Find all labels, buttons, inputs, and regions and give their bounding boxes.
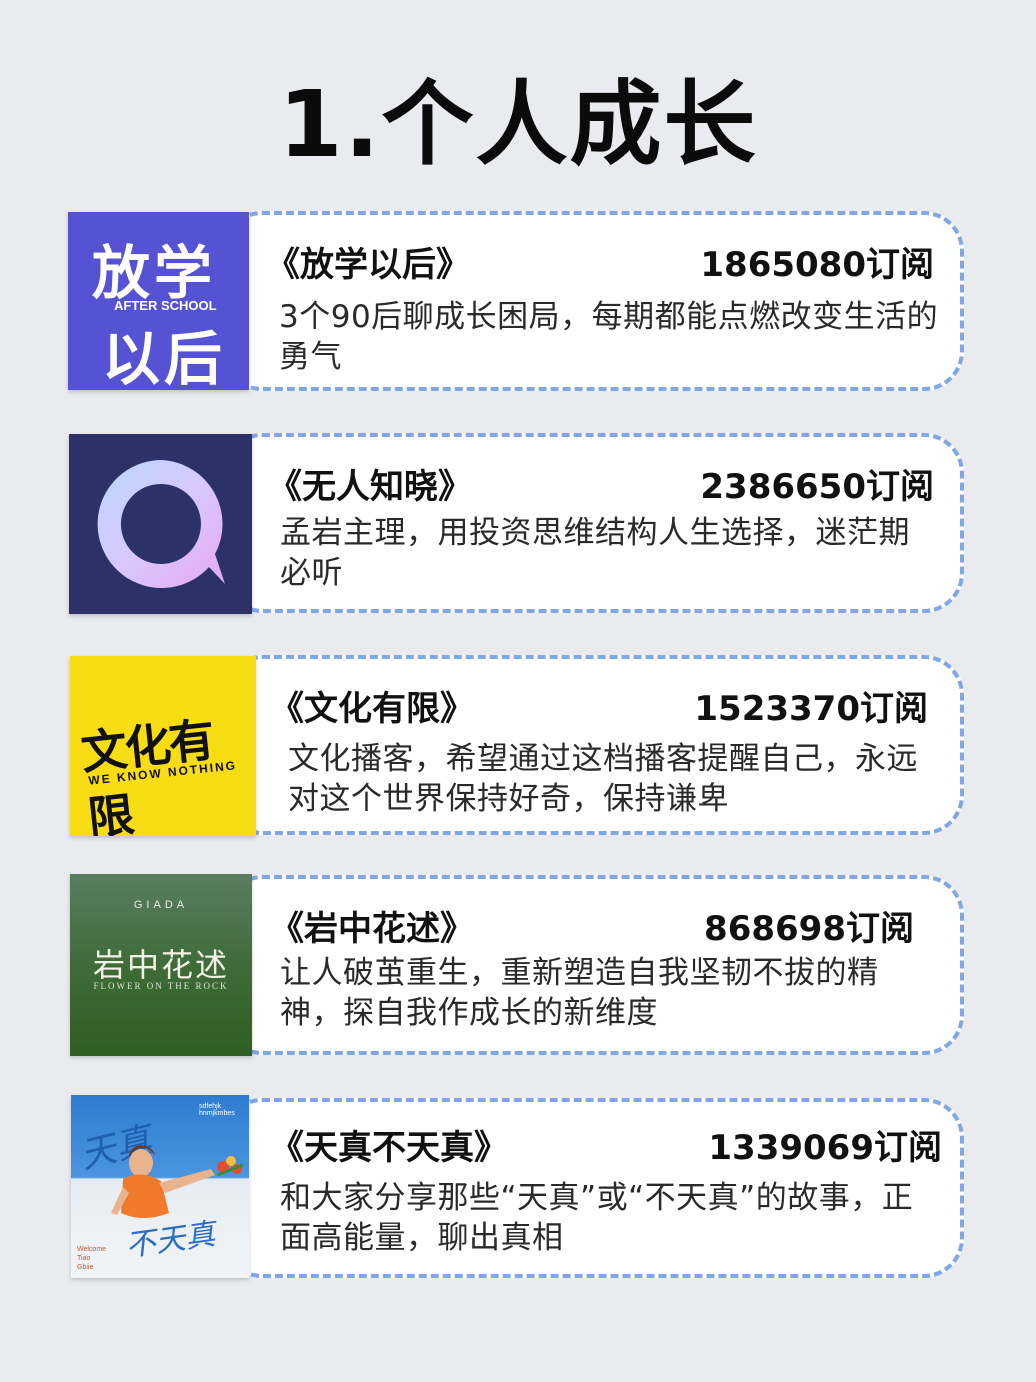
podcast-name: 《天真不天真》: [270, 1128, 508, 1168]
podcast-cover[interactable]: 天真 不天真 sdfehjk hnmjkmbes Welcome Tiao Gb…: [71, 1095, 249, 1278]
podcast-name: 《岩中花述》: [270, 909, 474, 949]
podcast-name: 《文化有限》: [270, 689, 474, 729]
podcast-cover[interactable]: GIADA 岩中花述 FLOWER ON THE ROCK: [70, 874, 252, 1056]
podcast-cover[interactable]: 放学 AFTER SCHOOL 以后: [68, 212, 249, 390]
cover-side-text: Welcome Tiao Gbiie: [77, 1246, 107, 1271]
subscriber-count: 1865080订阅: [700, 245, 934, 285]
podcast-name: 《放学以后》: [266, 245, 470, 285]
cover-title-bottom: 以后: [102, 325, 227, 390]
podcast-description: 3个90后聊成长困局，每期都能点燃改变生活的勇气: [279, 299, 939, 375]
podcast-card[interactable]: 《无人知晓》 2386650订阅 孟岩主理，用投资思维结构人生选择，迷茫期必听: [0, 433, 1036, 614]
cover-brand: GIADA: [133, 899, 189, 911]
podcast-description: 和大家分享那些“天真”或“不天真”的故事，正面高能量，聊出真相: [280, 1180, 914, 1256]
speech-bubble-ring-icon: [97, 460, 225, 588]
subscriber-count: 1523370订阅: [694, 689, 928, 729]
subscriber-count: 1339069订阅: [708, 1128, 942, 1168]
podcast-cover[interactable]: [69, 434, 252, 614]
podcast-description: 文化播客，希望通过这档播客提醒自己，永远对这个世界保持好奇，保持谦卑: [288, 741, 918, 817]
podcast-card[interactable]: 天真 不天真 sdfehjk hnmjkmbes Welcome Tiao Gb…: [0, 1095, 1036, 1278]
podcast-card[interactable]: 放学 AFTER SCHOOL 以后 《放学以后》 1865080订阅 3个90…: [0, 211, 1036, 391]
cover-subtitle: FLOWER ON THE ROCK: [93, 981, 229, 991]
page-title: 1.个人成长: [278, 71, 758, 178]
subscriber-count: 868698订阅: [704, 909, 914, 949]
podcast-cover[interactable]: 文化有限 WE KNOW NOTHING: [70, 656, 256, 836]
podcast-description: 让人破茧重生，重新塑造自我坚韧不拔的精神，探自我作成长的新维度: [280, 955, 879, 1031]
cover-corner-text: sdfehjk hnmjkmbes: [199, 1103, 235, 1117]
podcast-card[interactable]: 文化有限 WE KNOW NOTHING 《文化有限》 1523370订阅 文化…: [0, 655, 1036, 836]
podcast-card[interactable]: GIADA 岩中花述 FLOWER ON THE ROCK 《岩中花述》 868…: [0, 874, 1036, 1056]
podcast-description: 孟岩主理，用投资思维结构人生选择，迷茫期必听: [280, 515, 910, 591]
subscriber-count: 2386650订阅: [700, 467, 934, 507]
podcast-name: 《无人知晓》: [268, 467, 472, 507]
cover-subtitle: AFTER SCHOOL: [114, 298, 217, 313]
cover-title: 岩中花述: [92, 946, 229, 984]
